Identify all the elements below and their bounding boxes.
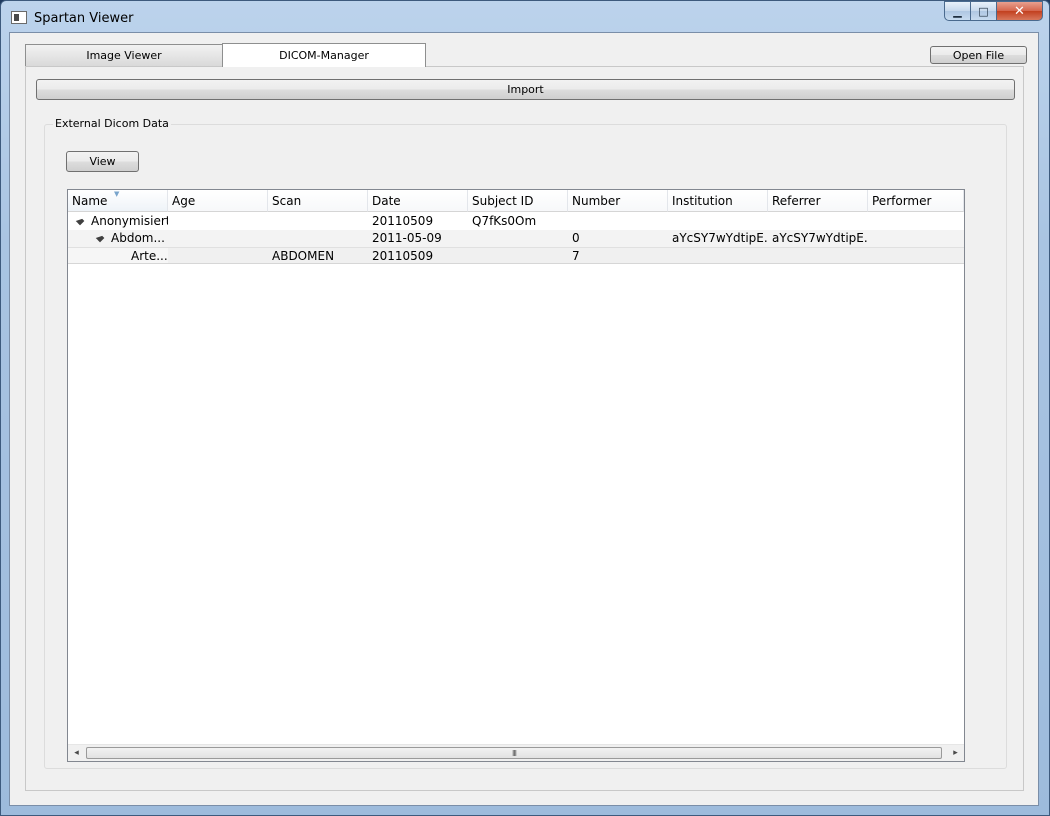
sort-indicator-icon: ▼ [114, 190, 120, 198]
cell-name: Anonymisiert [68, 213, 168, 230]
cell-performer [868, 213, 964, 230]
cell-subject-id [468, 230, 568, 247]
maximize-icon: □ [978, 4, 989, 18]
row-name: Abdom... [111, 231, 165, 245]
open-file-button[interactable]: Open File [930, 46, 1027, 64]
column-header-scan[interactable]: Scan [268, 190, 368, 212]
cell-subject-id: Q7fKs0Om [472, 214, 537, 228]
cell-number: 0 [572, 231, 580, 245]
cell-scan: ABDOMEN [272, 249, 335, 263]
minimize-icon: ▁ [953, 4, 962, 18]
title-bar[interactable]: Spartan Viewer ▁ □ ✕ [1, 1, 1049, 33]
dicom-tree-view[interactable]: ▼ Name Age Scan Date Subject ID Number I… [67, 189, 965, 762]
column-header-label: Age [172, 194, 196, 208]
tab-label: DICOM-Manager [279, 49, 369, 62]
cell-date: 20110509 [372, 214, 434, 228]
cell-name: Abdom... [68, 230, 168, 247]
cell-date: 2011-05-09 [372, 231, 442, 245]
app-window: Spartan Viewer ▁ □ ✕ Image Viewer DICOM-… [0, 0, 1050, 816]
import-button[interactable]: Import [36, 79, 1015, 100]
tab-dicom-manager[interactable]: DICOM-Manager [222, 43, 426, 67]
cell-performer [868, 248, 964, 263]
cell-performer [868, 230, 964, 247]
column-header-name[interactable]: ▼ Name [68, 190, 168, 212]
tree-header: ▼ Name Age Scan Date Subject ID Number I… [68, 190, 964, 212]
client-area: Image Viewer DICOM-Manager Open File Imp… [9, 32, 1039, 806]
scroll-left-icon[interactable]: ◂ [68, 745, 85, 761]
column-header-label: Name [72, 194, 108, 208]
tree-row-study[interactable]: Abdom... 2011-05-09 0 aYcSY7wYdtipE... a… [68, 230, 964, 247]
tab-label: Image Viewer [86, 49, 162, 62]
close-button[interactable]: ✕ [997, 1, 1043, 21]
window-controls: ▁ □ ✕ [944, 1, 1043, 23]
scroll-grip-icon: III [511, 748, 517, 758]
column-header-date[interactable]: Date [368, 190, 468, 212]
tree-row-series[interactable]: Arte... ABDOMEN 20110509 7 [68, 247, 964, 264]
cell-age [168, 230, 268, 247]
column-header-subject-id[interactable]: Subject ID [468, 190, 568, 212]
expand-arrow-icon[interactable] [75, 216, 85, 226]
cell-date: 20110509 [372, 249, 434, 263]
app-icon [11, 11, 27, 24]
expand-arrow-icon[interactable] [95, 233, 105, 243]
cell-number: 7 [572, 249, 580, 263]
cell-scan [268, 230, 368, 247]
cell-referrer: aYcSY7wYdtipE... [772, 231, 868, 245]
external-dicom-group: External Dicom Data View ▼ Name Age Scan… [44, 117, 1007, 769]
column-header-label: Referrer [772, 194, 821, 208]
minimize-button[interactable]: ▁ [944, 1, 971, 21]
column-header-label: Subject ID [472, 194, 534, 208]
column-header-label: Performer [872, 194, 932, 208]
close-icon: ✕ [1014, 3, 1025, 19]
cell-institution: aYcSY7wYdtipE... [672, 231, 768, 245]
open-file-label: Open File [952, 48, 1005, 62]
column-header-performer[interactable]: Performer [868, 190, 964, 212]
column-header-number[interactable]: Number [568, 190, 668, 212]
column-header-referrer[interactable]: Referrer [768, 190, 868, 212]
cell-name: Arte... [68, 248, 168, 263]
column-header-label: Institution [672, 194, 733, 208]
cell-referrer [768, 248, 868, 263]
horizontal-scrollbar[interactable]: ◂ III ▸ [68, 744, 964, 761]
column-header-institution[interactable]: Institution [668, 190, 768, 212]
cell-institution [668, 213, 768, 230]
maximize-button[interactable]: □ [971, 1, 997, 21]
column-header-label: Scan [272, 194, 302, 208]
cell-age [168, 248, 268, 263]
window-title: Spartan Viewer [34, 11, 134, 26]
column-header-age[interactable]: Age [168, 190, 268, 212]
cell-scan [268, 213, 368, 230]
group-title: External Dicom Data [53, 117, 171, 130]
scroll-right-icon[interactable]: ▸ [947, 745, 964, 761]
view-button[interactable]: View [66, 151, 139, 172]
row-name: Anonymisiert [91, 214, 168, 228]
column-header-label: Number [572, 194, 621, 208]
cell-number [568, 213, 668, 230]
cell-referrer [768, 213, 868, 230]
tree-row-patient[interactable]: Anonymisiert 20110509 Q7fKs0Om [68, 213, 964, 230]
column-header-label: Date [372, 194, 401, 208]
import-label: Import [507, 83, 544, 96]
dicom-manager-pane: Import External Dicom Data View ▼ Name A… [25, 66, 1024, 791]
cell-age [168, 213, 268, 230]
cell-subject-id [468, 248, 568, 263]
tab-image-viewer[interactable]: Image Viewer [25, 44, 223, 66]
view-label: View [89, 155, 116, 168]
cell-institution [668, 248, 768, 263]
scroll-thumb[interactable]: III [86, 747, 942, 759]
row-name: Arte... [131, 249, 168, 263]
